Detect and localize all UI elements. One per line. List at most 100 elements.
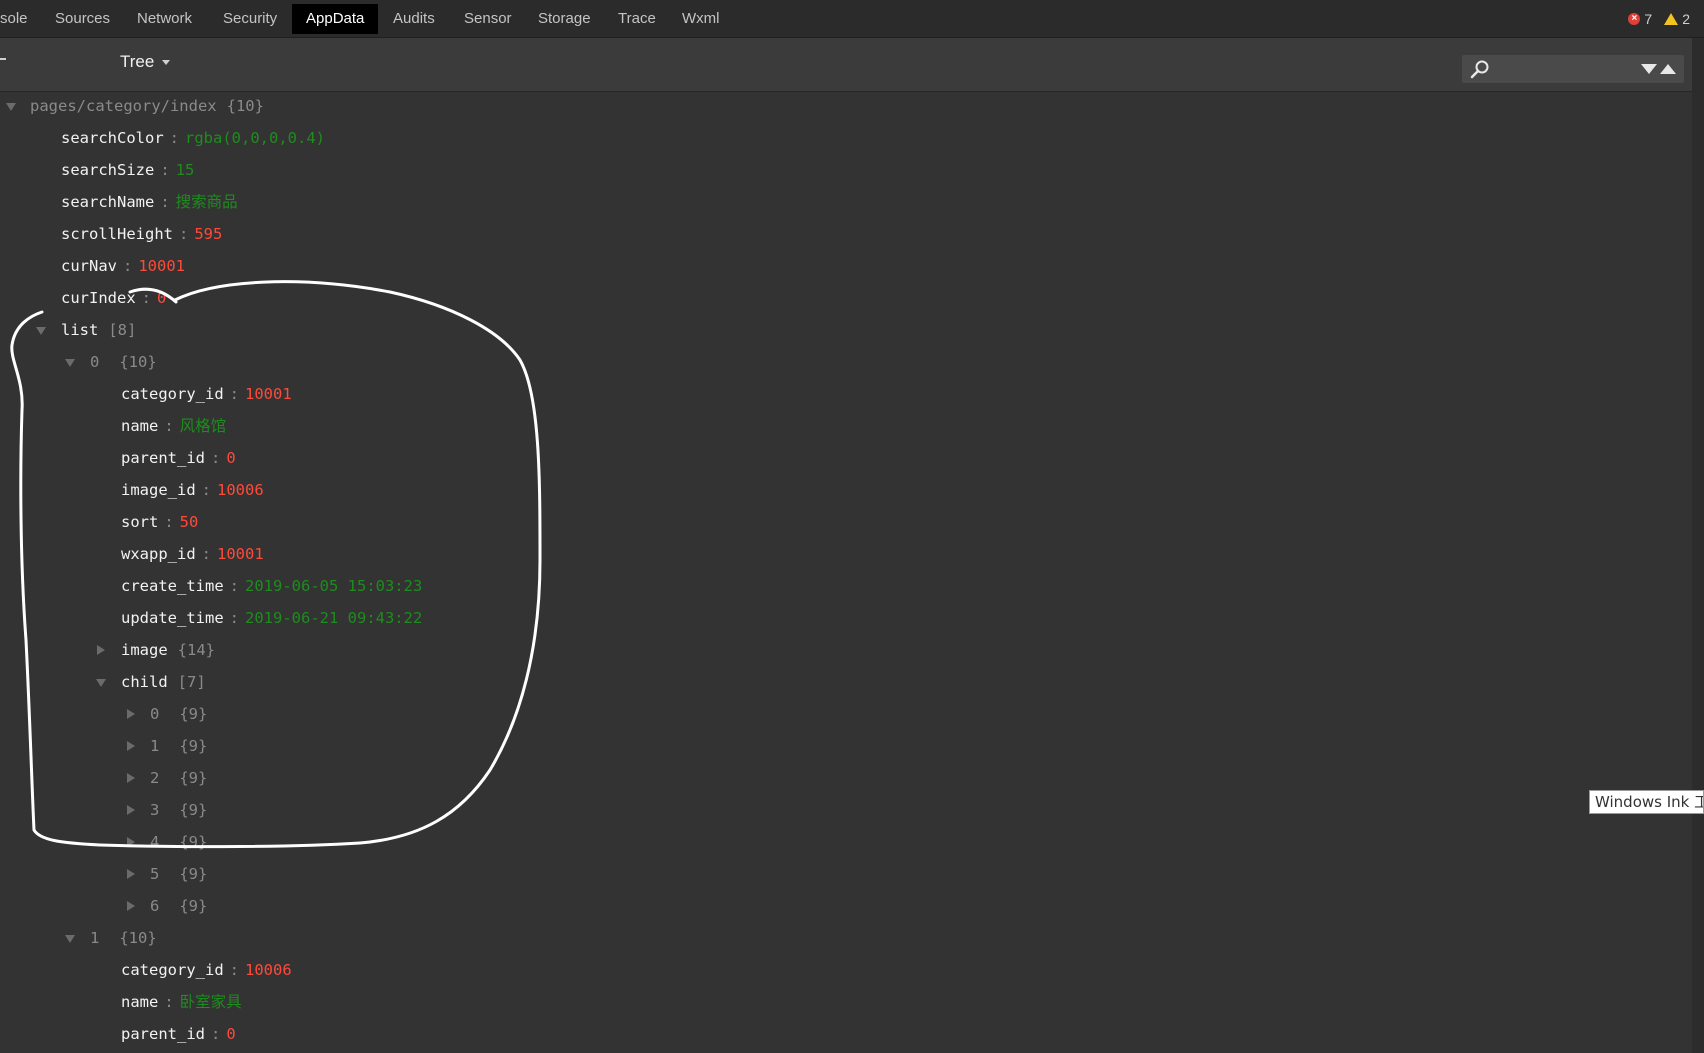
row-separator: : [169, 129, 179, 147]
tab-appdata[interactable]: AppData [292, 4, 379, 34]
row-key: sort [121, 513, 159, 531]
row-key: 1 [150, 737, 160, 755]
row-separator: : [164, 993, 174, 1011]
row-value: 595 [194, 225, 223, 243]
row-value: 10006 [217, 481, 264, 499]
tree-row[interactable]: scrollHeight:595 [61, 220, 222, 248]
tree-row[interactable]: parent_id:0 [121, 1020, 236, 1048]
expand-toggle-icon[interactable] [125, 700, 137, 728]
row-key: 0 [90, 353, 100, 371]
tree-row[interactable]: parent_id:0 [121, 444, 236, 472]
tree-node-list-item[interactable]: 1 {10} [65, 924, 157, 952]
row-separator: : [178, 225, 189, 243]
tree-row[interactable]: image_id:10006 [121, 476, 264, 504]
expand-toggle-icon[interactable] [125, 732, 137, 760]
search-icon [1470, 59, 1490, 84]
collapse-arrow-icon[interactable] [0, 58, 6, 60]
row-key: 4 [150, 833, 160, 851]
tree-row[interactable]: searchName: 搜索商品 [61, 188, 238, 216]
windows-ink-tooltip: Windows Ink 工作区 [1589, 790, 1704, 814]
expand-toggle-icon[interactable] [125, 764, 137, 792]
tree-node-list[interactable]: list [8] [36, 316, 137, 344]
row-key: searchColor [61, 129, 164, 147]
tab-trace[interactable]: Trace [618, 4, 656, 34]
row-key: wxapp_id [121, 545, 196, 563]
row-key: 1 [90, 929, 100, 947]
row-key: 5 [150, 865, 160, 883]
row-count: {10} [119, 929, 157, 947]
expand-toggle-icon[interactable] [95, 636, 107, 664]
tree-row[interactable]: wxapp_id:10001 [121, 540, 264, 568]
tree-node-child-item[interactable]: 0 {9} [127, 700, 208, 728]
tree-node-child-item[interactable]: 6 {9} [127, 892, 207, 920]
row-separator: : [211, 1025, 221, 1043]
row-value: 2019-06-05 15:03:23 [245, 577, 423, 595]
tab-audits[interactable]: Audits [393, 4, 435, 34]
view-mode-label: Tree [120, 52, 155, 71]
tree-row[interactable]: sort:50 [121, 508, 198, 536]
tree-row[interactable]: category_id:10001 [121, 380, 292, 408]
row-separator: : [164, 417, 174, 435]
tree-row[interactable]: category_id:10006 [121, 956, 292, 984]
row-key: category_id [121, 385, 224, 403]
row-count: {9} [179, 705, 208, 723]
previous-match-icon[interactable] [1660, 64, 1676, 74]
tree-node-child-item[interactable]: 1 {9} [127, 732, 207, 760]
row-count: [8] [108, 321, 137, 339]
appdata-toolbar: Tree [0, 38, 1692, 92]
tree-node-child-item[interactable]: 4 {9} [127, 828, 207, 856]
expand-toggle-icon[interactable] [125, 828, 137, 856]
view-mode-dropdown[interactable]: Tree [120, 52, 171, 72]
row-key: curIndex [61, 289, 136, 307]
tree-root-node[interactable]: pages/category/index {10} [6, 92, 264, 120]
tab-security[interactable]: Security [223, 4, 277, 34]
tree-row[interactable]: curIndex:0 [61, 284, 166, 312]
tree-node-image[interactable]: image {14} [97, 636, 215, 664]
row-count: {9} [179, 865, 208, 883]
tab-network[interactable]: Network [137, 4, 192, 34]
row-key: category_id [121, 961, 224, 979]
expand-toggle-icon[interactable] [5, 92, 17, 120]
tab-sources[interactable]: Sources [55, 4, 110, 34]
tab-wxml[interactable]: Wxml [682, 4, 720, 34]
tab-storage[interactable]: Storage [538, 4, 591, 34]
tree-node-list-item[interactable]: 0 {10} [65, 348, 157, 376]
tree-node-child-item[interactable]: 2 {9} [127, 764, 207, 792]
expand-toggle-icon[interactable] [95, 668, 107, 696]
tab-sensor[interactable]: Sensor [464, 4, 512, 34]
row-key: 6 [150, 897, 160, 915]
row-separator: : [229, 961, 239, 979]
expand-toggle-icon[interactable] [125, 796, 137, 824]
row-value: 10001 [138, 257, 186, 275]
tree-row[interactable]: update_time:2019-06-21 09:43:22 [121, 604, 422, 632]
row-key: curNav [61, 257, 117, 275]
tree-node-child[interactable]: child [7] [96, 668, 206, 696]
row-value: 0 [157, 289, 167, 307]
row-separator: : [211, 449, 221, 467]
expand-toggle-icon[interactable] [125, 860, 137, 888]
tree-row[interactable]: searchColor: rgba(0,0,0,0.4) [61, 124, 325, 152]
tree-node-child-item[interactable]: 5 {9} [127, 860, 208, 888]
error-icon: × [1628, 13, 1641, 25]
tree-row[interactable]: curNav:10001 [61, 252, 185, 280]
tree-row[interactable]: searchSize:15 [61, 156, 194, 184]
vertical-scrollbar[interactable] [1692, 38, 1704, 1053]
row-value: 搜索商品 [175, 193, 238, 211]
row-separator: : [141, 289, 151, 307]
expand-toggle-icon[interactable] [125, 892, 137, 920]
tree-node-child-item[interactable]: 3 {9} [127, 796, 208, 824]
expand-toggle-icon[interactable] [35, 316, 47, 344]
row-key: 0 [150, 705, 160, 723]
tree-row[interactable]: name: 风格馆 [121, 412, 226, 440]
row-count: {9} [179, 801, 208, 819]
tab-console[interactable]: sole [0, 4, 28, 34]
expand-toggle-icon[interactable] [64, 348, 76, 376]
row-key: parent_id [121, 449, 205, 467]
tree-row[interactable]: name: 卧室家具 [121, 988, 242, 1016]
row-key: child [121, 673, 168, 691]
expand-toggle-icon[interactable] [64, 924, 76, 952]
next-match-icon[interactable] [1641, 64, 1657, 74]
tree-row[interactable]: create_time:2019-06-05 15:03:23 [121, 572, 422, 600]
search-input[interactable] [1462, 55, 1684, 83]
error-warning-counter[interactable]: × 7 2 [1628, 9, 1690, 29]
